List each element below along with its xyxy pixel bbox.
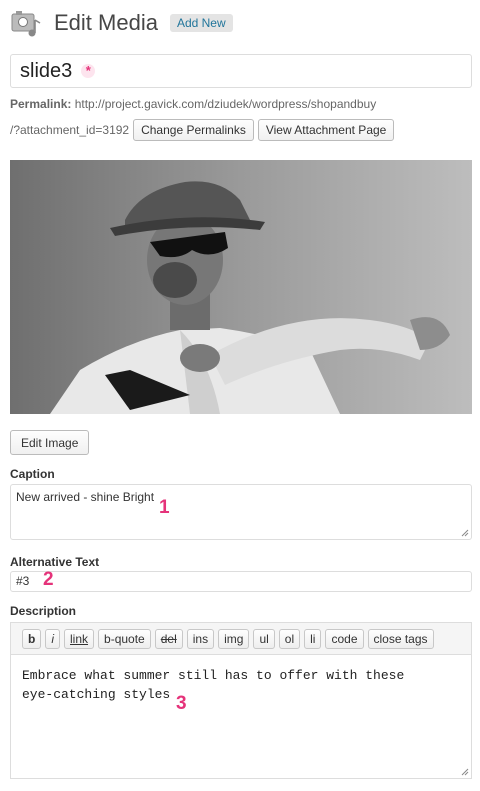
qt-code-button[interactable]: code [325, 628, 364, 649]
caption-label: Caption [10, 467, 55, 481]
qt-del-button[interactable]: del [154, 628, 183, 649]
media-image [10, 160, 472, 414]
permalink-label: Permalink: [10, 97, 72, 111]
permalink-url-suffix: /?attachment_id=3192 [10, 123, 130, 137]
qt-ol-button[interactable]: ol [278, 628, 301, 649]
page-header: Edit Media Add New [10, 6, 233, 40]
description-label: Description [10, 604, 77, 618]
add-new-button[interactable]: Add New [169, 14, 233, 32]
caption-value: New arrived - shine Bright [16, 490, 155, 504]
page-title: Edit Media [54, 10, 158, 35]
alt-text-input[interactable]: #3 [10, 571, 472, 592]
qt-bold-button[interactable]: b [22, 628, 42, 649]
qt-italic-button[interactable]: i [45, 628, 61, 649]
edit-image-button[interactable]: Edit Image [10, 430, 90, 455]
qt-blockquote-button[interactable]: b-quote [98, 628, 151, 649]
permalink-url: http://project.gavick.com/dziudek/wordpr… [74, 97, 377, 111]
qt-img-button[interactable]: img [218, 628, 250, 649]
media-icon [10, 6, 44, 40]
permalink-row-2: /?attachment_id=3192 Change Permalinks V… [10, 119, 395, 141]
alt-text-value: #3 [16, 574, 30, 588]
title-input[interactable]: slide3 * [10, 54, 472, 88]
permalink-row: Permalink: http://project.gavick.com/dzi… [10, 97, 376, 111]
quicktags-toolbar: b i link b-quote del ins img ul ol li co… [10, 622, 472, 654]
qt-li-button[interactable]: li [304, 628, 322, 649]
description-textarea[interactable]: Embrace what summer still has to offer w… [10, 654, 472, 779]
qt-ul-button[interactable]: ul [253, 628, 275, 649]
qt-link-button[interactable]: link [64, 628, 95, 649]
description-line-2: eye-catching styles [22, 687, 171, 702]
description-line-1: Embrace what summer still has to offer w… [22, 668, 405, 683]
required-marker: * [81, 64, 96, 78]
qt-close-tags-button[interactable]: close tags [367, 628, 434, 649]
alt-text-label: Alternative Text [10, 555, 100, 569]
qt-ins-button[interactable]: ins [186, 628, 215, 649]
marker-two: 2 [43, 569, 54, 590]
resize-handle-icon[interactable] [459, 527, 469, 537]
change-permalinks-button[interactable]: Change Permalinks [133, 119, 254, 141]
title-value: slide3 [20, 59, 73, 82]
caption-textarea[interactable]: New arrived - shine Bright [10, 484, 472, 540]
marker-one: 1 [159, 497, 170, 518]
view-attachment-button[interactable]: View Attachment Page [257, 119, 395, 141]
marker-three: 3 [176, 693, 187, 714]
resize-handle-icon[interactable] [459, 766, 469, 776]
